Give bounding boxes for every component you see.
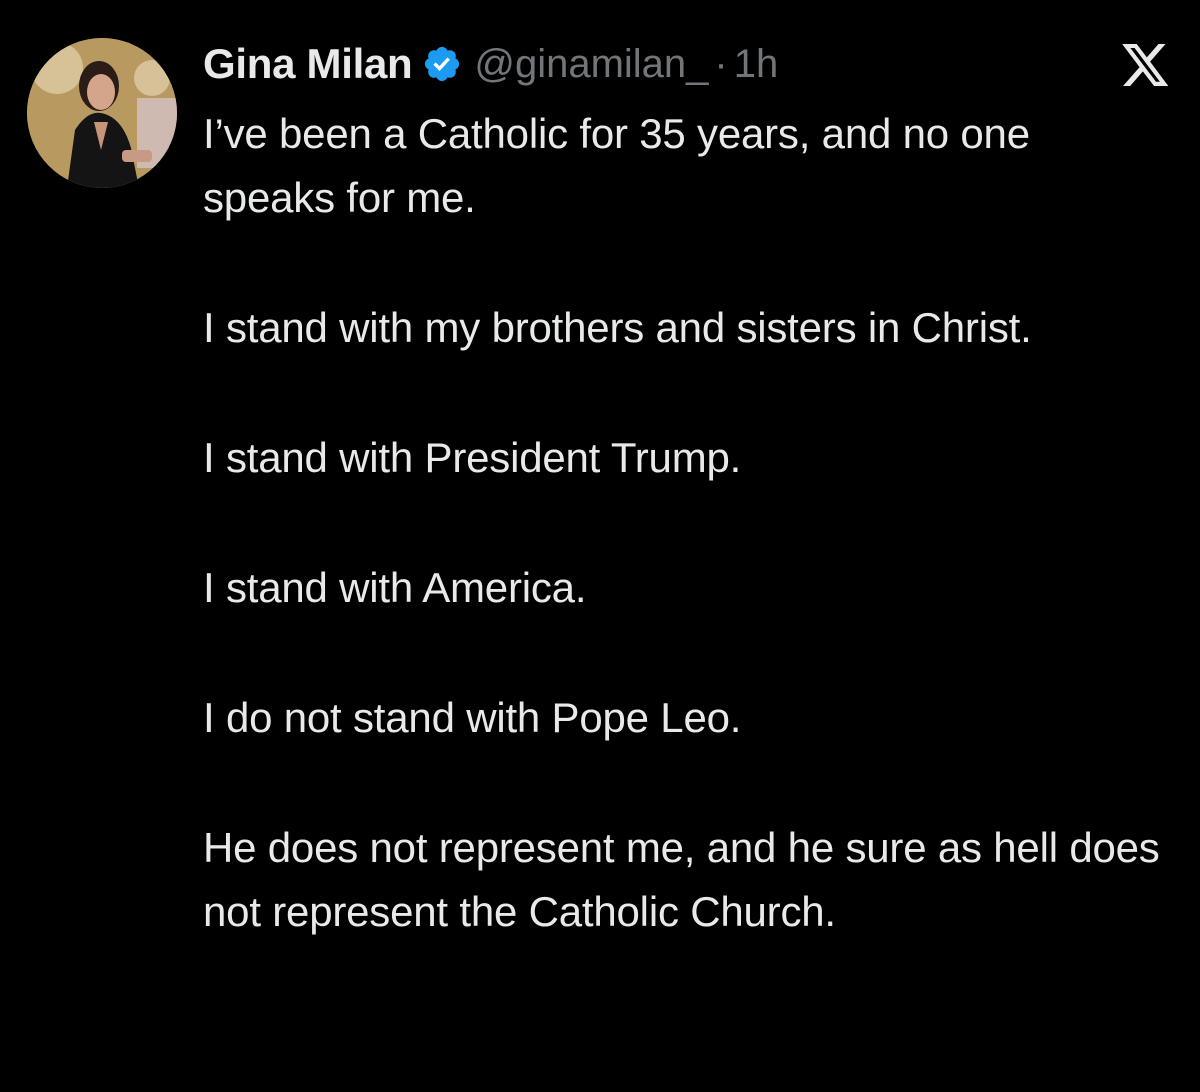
tweet-card: Gina Milan @ginamilan_ · 1h I’ve been a … bbox=[0, 0, 1200, 1092]
author-handle[interactable]: @ginamilan_ bbox=[474, 42, 708, 87]
timestamp[interactable]: 1h bbox=[734, 42, 779, 87]
verified-badge-icon bbox=[422, 44, 462, 84]
avatar-photo bbox=[27, 38, 177, 188]
avatar[interactable] bbox=[27, 38, 177, 188]
meta-separator: · bbox=[714, 41, 728, 86]
tweet-paragraph: I do not stand with Pope Leo. bbox=[203, 694, 742, 741]
tweet-paragraph: I’ve been a Catholic for 35 years, and n… bbox=[203, 110, 1030, 221]
x-logo-icon bbox=[1122, 44, 1170, 88]
tweet-text: I’ve been a Catholic for 35 years, and n… bbox=[203, 102, 1163, 944]
tweet-paragraph: He does not represent me, and he sure as… bbox=[203, 824, 1160, 935]
author-display-name[interactable]: Gina Milan bbox=[203, 40, 413, 88]
tweet-header: Gina Milan @ginamilan_ · 1h bbox=[203, 36, 778, 92]
tweet-paragraph: I stand with President Trump. bbox=[203, 434, 742, 481]
tweet-paragraph: I stand with America. bbox=[203, 564, 587, 611]
tweet-paragraph: I stand with my brothers and sisters in … bbox=[203, 304, 1032, 351]
